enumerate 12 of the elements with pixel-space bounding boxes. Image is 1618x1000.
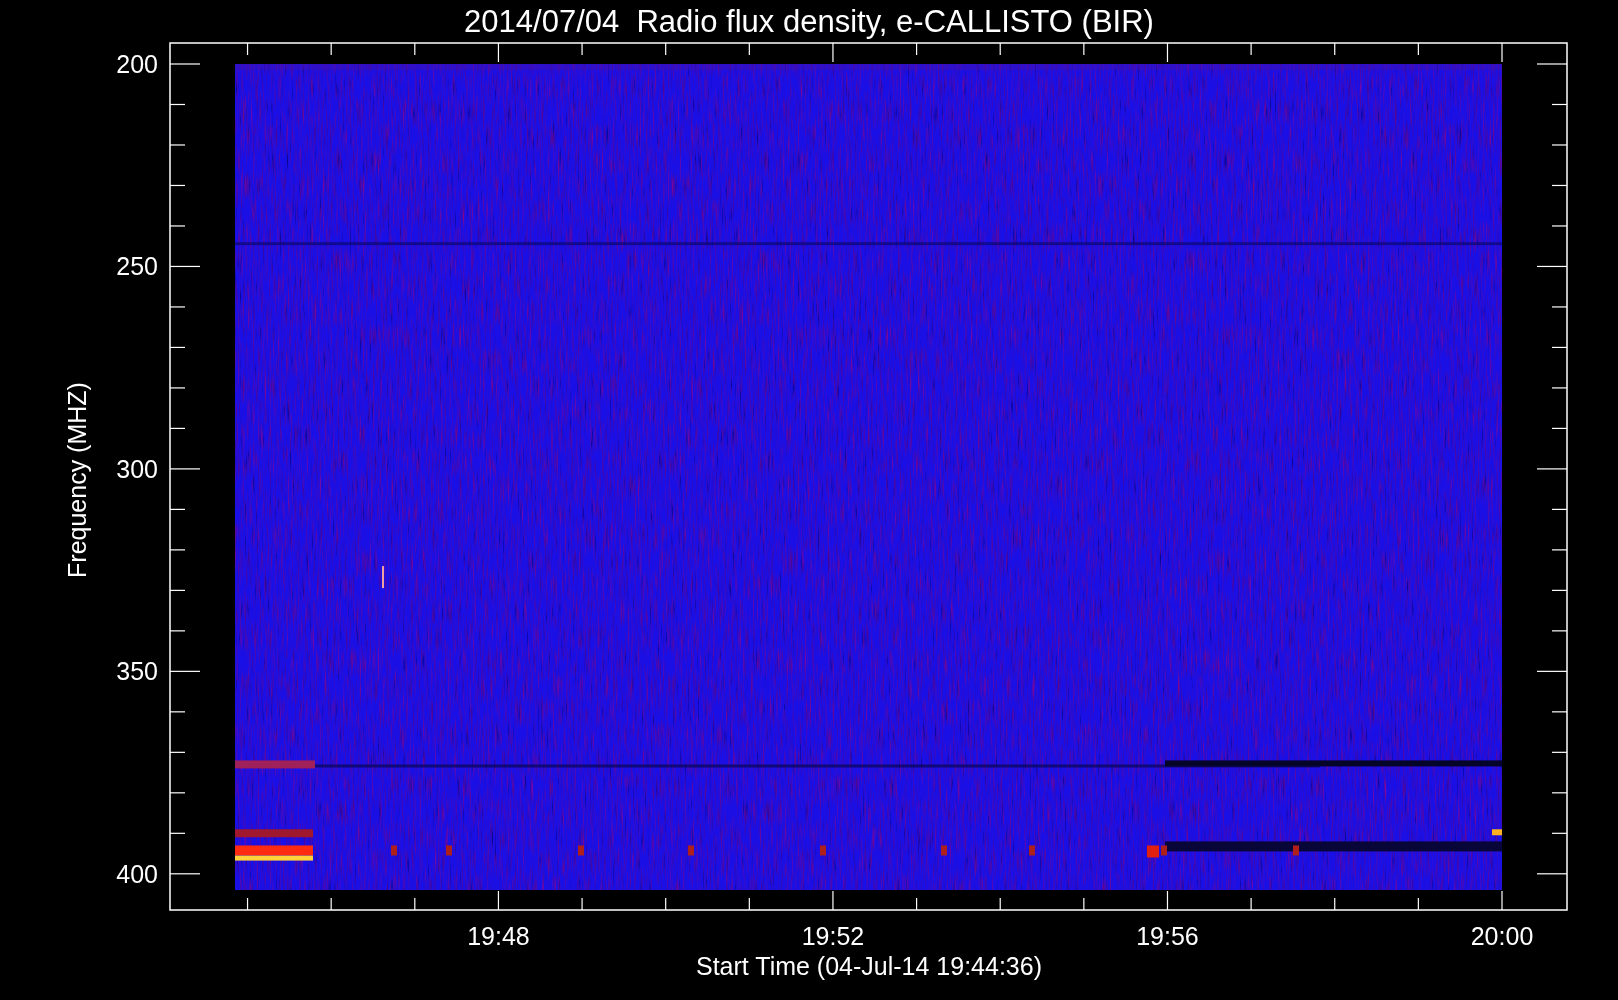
x-tick-label: 19:56: [1136, 922, 1199, 950]
y-tick-label: 350: [116, 657, 158, 686]
x-axis-label: Start Time (04-Jul-14 19:44:36): [696, 952, 1042, 980]
y-axis-label: Frequency (MHZ): [63, 382, 91, 578]
y-tick-label: 250: [116, 252, 158, 281]
y-tick-label: 300: [116, 454, 158, 483]
x-tick-label: 19:52: [801, 922, 865, 950]
y-tick-label: 400: [116, 859, 158, 888]
y-tick-label: 200: [116, 50, 158, 78]
x-tick-label: 20:00: [1470, 922, 1534, 950]
chart-title: 2014/07/04 Radio flux density, e-CALLISTO (BIR): [464, 4, 1154, 39]
x-tick-label: 19:48: [467, 922, 530, 950]
